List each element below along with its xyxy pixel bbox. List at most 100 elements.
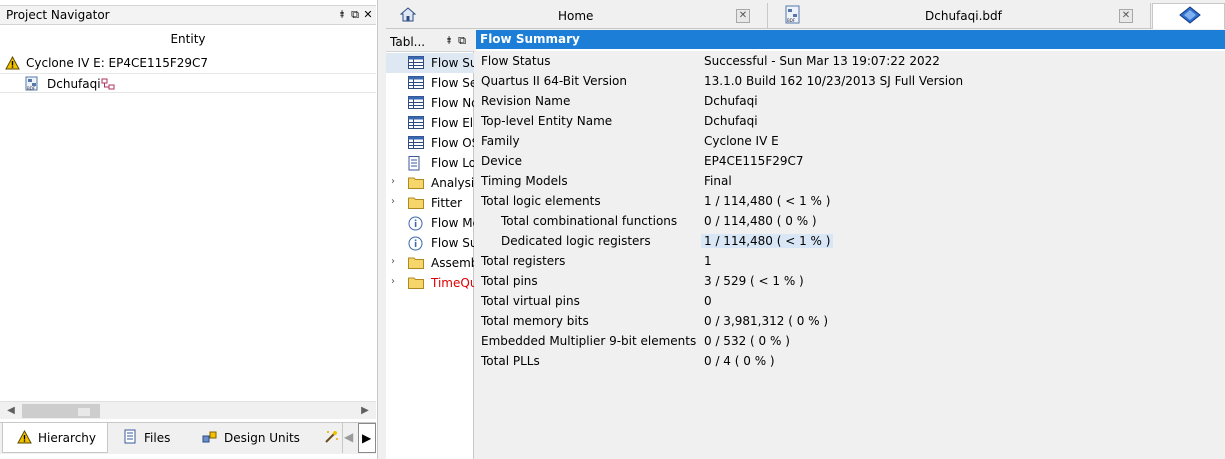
summary-key: Total PLLs: [481, 354, 540, 368]
toc-item-label: Flow Settings: [431, 76, 474, 90]
summary-value: 0 / 3,981,312 ( 0 % ): [704, 314, 829, 328]
tab-dchufaqi-bdf[interactable]: BDF Dchufaqi.bdf ✕: [769, 3, 1151, 29]
table-icon: [408, 56, 424, 70]
summary-row[interactable]: Quartus II 64-Bit Version 13.1.0 Build 16…: [476, 71, 1225, 91]
tab-ip-components[interactable]: [318, 423, 342, 453]
summary-row[interactable]: Total virtual pins 0: [476, 291, 1225, 311]
tab-files[interactable]: Files: [112, 423, 186, 453]
bdf-file-icon: BDF: [785, 5, 800, 24]
summary-value: Cyclone IV E: [704, 134, 779, 148]
folder-icon: [408, 256, 424, 270]
summary-row[interactable]: Device EP4CE115F29C7: [476, 151, 1225, 171]
summary-row[interactable]: Total pins 3 / 529 ( < 1 % ): [476, 271, 1225, 291]
table-icon: [408, 76, 424, 90]
summary-row[interactable]: Total registers 1: [476, 251, 1225, 271]
summary-key: Total virtual pins: [481, 294, 580, 308]
navigator-tab-bar: Hierarchy Files Design Units ◀ ▶: [0, 422, 376, 454]
toc-item-label: Analysis & Synthesis: [431, 176, 474, 190]
toc-item-flow-elapsed-time[interactable]: Flow Elapsed Time: [386, 113, 474, 133]
summary-row[interactable]: Dedicated logic registers 1 / 114,480 ( <…: [476, 231, 1225, 251]
tab-home[interactable]: Home ✕: [386, 3, 768, 29]
scroll-grip: [78, 408, 90, 416]
toc-item-flow-log[interactable]: Flow Log: [386, 153, 474, 173]
tree-row-entity[interactable]: BDF Dchufaqi: [0, 73, 376, 93]
toc-item-timequest-timing-analyzer[interactable]: › TimeQuest Timing Analyzer: [386, 273, 474, 293]
toc-item-flow-summary[interactable]: Flow Summary: [386, 53, 474, 73]
tab-scroll-left[interactable]: ◀: [342, 423, 356, 453]
tab-dchufaqi-bdf-close-icon[interactable]: ✕: [1119, 9, 1133, 23]
toc-item-label: Flow OS Summary: [431, 136, 474, 150]
toc-item-fitter[interactable]: › Fitter: [386, 193, 474, 213]
pin-icon[interactable]: ⯒: [443, 34, 455, 48]
summary-value: 0 / 4 ( 0 % ): [704, 354, 775, 368]
chevron-right-icon[interactable]: ›: [391, 256, 395, 267]
toc-item-flow-messages[interactable]: Flow Messages: [386, 213, 474, 233]
toc-item-label: Flow Elapsed Time: [431, 116, 474, 130]
summary-row[interactable]: Flow Status Successful - Sun Mar 13 19:07…: [476, 51, 1225, 71]
summary-row[interactable]: Embedded Multiplier 9-bit elements 0 / 53…: [476, 331, 1225, 351]
summary-value: Dchufaqi: [704, 94, 758, 108]
tab-scroll-right-icon: ▶: [362, 431, 372, 445]
toc-item-label: Flow Messages: [431, 216, 474, 230]
summary-key: Total logic elements: [481, 194, 601, 208]
tab-scroll-right[interactable]: ▶: [358, 423, 376, 453]
summary-row[interactable]: Total logic elements 1 / 114,480 ( < 1 % …: [476, 191, 1225, 211]
float-window-icon[interactable]: ⧉: [349, 8, 361, 22]
magic-wand-icon: [325, 431, 338, 443]
tab-home-label: Home: [558, 9, 594, 23]
tab-compilation-report[interactable]: [1152, 3, 1225, 29]
pin-icon[interactable]: ⯒: [336, 8, 348, 22]
summary-row[interactable]: Total PLLs 0 / 4 ( 0 % ): [476, 351, 1225, 371]
summary-value: 13.1.0 Build 162 10/23/2013 SJ Full Vers…: [704, 74, 964, 88]
toc-item-flow-suppressed-messages[interactable]: Flow Suppressed Messages: [386, 233, 474, 253]
close-icon[interactable]: ✕: [362, 8, 374, 22]
scroll-thumb[interactable]: [22, 404, 100, 418]
folder-icon: [408, 176, 424, 190]
table-icon: [408, 136, 424, 150]
chevron-right-icon[interactable]: ›: [391, 276, 395, 287]
summary-value: 1: [704, 254, 712, 268]
summary-key: Device: [481, 154, 523, 168]
document-icon: [124, 429, 136, 444]
device-label: Cyclone IV E: EP4CE115F29C7: [26, 56, 209, 70]
entity-column-header[interactable]: Entity: [0, 32, 376, 46]
summary-value: 1 / 114,480 ( < 1 % ): [701, 234, 834, 248]
summary-row[interactable]: Timing Models Final: [476, 171, 1225, 191]
home-icon: [400, 7, 416, 22]
toc-item-label: Flow Log: [431, 156, 474, 170]
toc-item-flow-settings[interactable]: Flow Settings: [386, 73, 474, 93]
svg-text:BDF: BDF: [27, 86, 36, 91]
hierarchy-icon: [101, 78, 115, 90]
summary-row[interactable]: Top-level Entity Name Dchufaqi: [476, 111, 1225, 131]
table-icon: [408, 96, 424, 110]
info-icon: [408, 216, 424, 231]
summary-row[interactable]: Total combinational functions 0 / 114,480…: [476, 211, 1225, 231]
tab-scroll-left-icon: ◀: [344, 430, 354, 444]
toc-item-flow-non-default-global-settings[interactable]: Flow Non-Default Global Settings: [386, 93, 474, 113]
summary-key: Total pins: [481, 274, 538, 288]
summary-row[interactable]: Family Cyclone IV E: [476, 131, 1225, 151]
summary-row[interactable]: Total memory bits 0 / 3,981,312 ( 0 % ): [476, 311, 1225, 331]
toc-item-flow-os-summary[interactable]: Flow OS Summary: [386, 133, 474, 153]
chevron-right-icon[interactable]: ›: [391, 176, 395, 187]
summary-key: Quartus II 64-Bit Version: [481, 74, 627, 88]
tab-hierarchy[interactable]: Hierarchy: [2, 423, 108, 453]
navigator-horizontal-scrollbar[interactable]: ◀ ▶: [0, 401, 376, 419]
toc-item-label: Flow Summary: [431, 56, 474, 70]
toc-item-analysis-synthesis[interactable]: › Analysis & Synthesis: [386, 173, 474, 193]
tab-home-close-icon[interactable]: ✕: [736, 9, 750, 23]
toc-item-label: Fitter: [431, 196, 463, 210]
float-window-icon[interactable]: ⧉: [456, 34, 468, 48]
report-table-of-contents: Tabl... ⯒ ⧉ Flow Summary Flow Settings Flo…: [386, 32, 474, 459]
scroll-left-arrow-icon[interactable]: ◀: [4, 404, 18, 418]
scroll-right-arrow-icon[interactable]: ▶: [358, 404, 372, 418]
tab-design-units[interactable]: Design Units: [190, 423, 314, 453]
summary-value: Dchufaqi: [704, 114, 758, 128]
project-navigator-title: Project Navigator: [6, 8, 110, 22]
warning-triangle-icon: [17, 430, 32, 444]
table-icon: [408, 116, 424, 130]
chevron-right-icon[interactable]: ›: [391, 196, 395, 207]
summary-row[interactable]: Revision Name Dchufaqi: [476, 91, 1225, 111]
toc-item-assembler[interactable]: › Assembler: [386, 253, 474, 273]
tree-row-device[interactable]: Cyclone IV E: EP4CE115F29C7: [0, 53, 376, 73]
